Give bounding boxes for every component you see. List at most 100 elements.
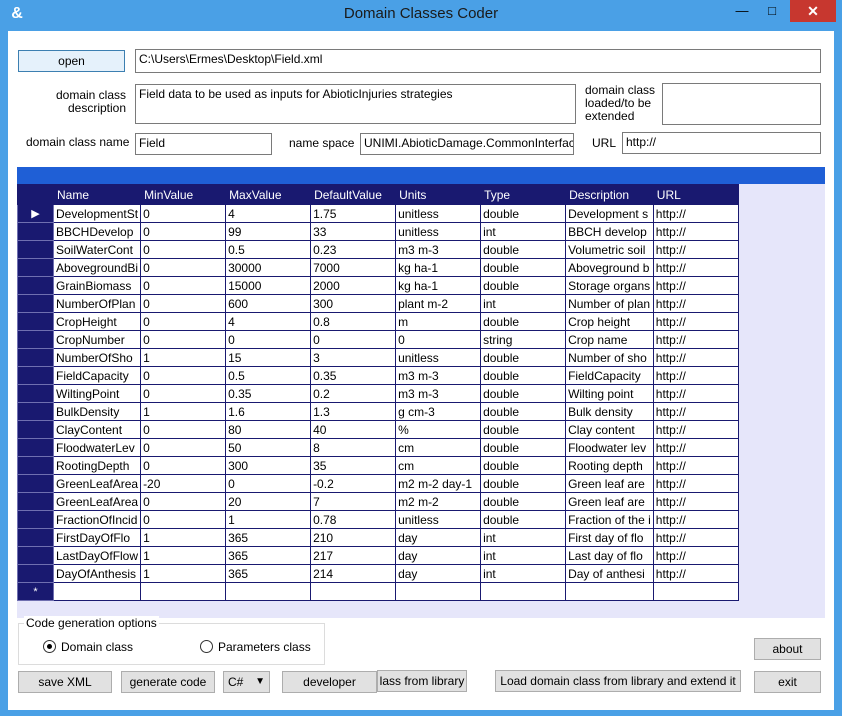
radio-unselected-icon[interactable] [200, 640, 213, 653]
grid-cell-name[interactable]: FractionOfIncid [52, 510, 142, 529]
maximize-icon[interactable]: □ [758, 0, 786, 22]
new-row-marker[interactable]: * [17, 582, 54, 601]
grid-cell-minvalue[interactable]: 0 [140, 312, 227, 331]
grid-cell-defaultvalue[interactable]: 0 [310, 330, 397, 349]
row-header[interactable]: ▶ [17, 204, 54, 223]
grid-cell-maxvalue[interactable]: 30000 [225, 258, 312, 277]
grid-cell-description[interactable]: Crop name [565, 330, 654, 349]
grid-cell-minvalue[interactable]: 0 [140, 222, 227, 241]
grid-cell-minvalue[interactable]: 0 [140, 510, 227, 529]
close-icon[interactable]: ✕ [790, 0, 836, 22]
grid-cell-type[interactable]: double [480, 312, 567, 331]
grid-cell-units[interactable]: unitless [395, 348, 482, 367]
exit-button[interactable]: exit [754, 671, 821, 693]
grid-cell-minvalue[interactable]: 0 [140, 492, 227, 511]
grid-cell-minvalue[interactable]: 0 [140, 258, 227, 277]
save-xml-button[interactable]: save XML [18, 671, 112, 693]
row-header[interactable] [17, 402, 54, 421]
grid-cell-units[interactable]: m [395, 312, 482, 331]
grid-cell-minvalue[interactable]: 0 [140, 420, 227, 439]
table-row[interactable]: FirstDayOfFlo 1 365 210 day int First day of f… [17, 528, 739, 547]
grid-cell-maxvalue[interactable]: 0 [225, 330, 312, 349]
grid-cell-maxvalue[interactable]: 1.6 [225, 402, 312, 421]
grid-cell-type[interactable]: int [480, 546, 567, 565]
url-field[interactable]: http:// [622, 132, 821, 154]
table-row[interactable]: NumberOfSho 1 15 3 unitless double Number of s… [17, 348, 739, 367]
grid-cell-type[interactable]: double [480, 456, 567, 475]
table-row[interactable]: LastDayOfFlow 1 365 217 day int Last day of fl… [17, 546, 739, 565]
grid-cell-name[interactable]: DevelopmentSt [52, 204, 142, 223]
generate-code-button[interactable]: generate code [121, 671, 215, 693]
grid-cell-defaultvalue[interactable]: 300 [310, 294, 397, 313]
grid-cell-description[interactable]: Rooting depth [565, 456, 654, 475]
row-header[interactable] [17, 510, 54, 529]
table-row[interactable]: SoilWaterCont 0 0.5 0.23 m3 m-3 double Volumet… [17, 240, 739, 259]
grid-cell-minvalue[interactable]: 1 [140, 528, 227, 547]
grid-cell-maxvalue[interactable]: 50 [225, 438, 312, 457]
about-button[interactable]: about [754, 638, 821, 660]
grid-cell-description[interactable]: Clay content [565, 420, 654, 439]
table-row[interactable]: GreenLeafArea -20 0 -0.2 m2 m-2 day-1 double G… [17, 474, 739, 493]
row-header[interactable] [17, 564, 54, 583]
row-header[interactable] [17, 420, 54, 439]
table-row[interactable]: BBCHDevelop 0 99 33 unitless int BBCH develop h… [17, 222, 739, 241]
table-row[interactable]: WiltingPoint 0 0.35 0.2 m3 m-3 double Wilting … [17, 384, 739, 403]
grid-cell-units[interactable]: 0 [395, 330, 482, 349]
grid-cell-defaultvalue[interactable]: 0.8 [310, 312, 397, 331]
grid-cell-defaultvalue[interactable]: 0.78 [310, 510, 397, 529]
grid-cell-url[interactable]: http:// [652, 492, 739, 511]
grid-cell-name[interactable]: FirstDayOfFlo [52, 528, 142, 547]
grid-cell-description[interactable]: Floodwater lev [565, 438, 654, 457]
grid-cell-description[interactable]: Day of anthesi [565, 564, 654, 583]
column-header-url[interactable]: URL [652, 184, 739, 205]
grid-cell-name[interactable]: GrainBiomass [52, 276, 142, 295]
chevron-down-icon[interactable]: ▼ [255, 672, 265, 692]
grid-cell-url[interactable]: http:// [652, 366, 739, 385]
grid-cell-description[interactable]: FieldCapacity [565, 366, 654, 385]
grid-cell-description[interactable]: Green leaf are [565, 492, 654, 511]
grid-cell-url[interactable]: http:// [652, 564, 739, 583]
table-row[interactable]: GrainBiomass 0 15000 2000 kg ha-1 double Stora… [17, 276, 739, 295]
grid-cell-maxvalue[interactable]: 4 [225, 204, 312, 223]
table-row[interactable]: CropNumber 0 0 0 0 string Crop name http:// [17, 330, 739, 349]
loaded-class-field[interactable] [662, 83, 821, 125]
grid-cell-description[interactable]: Number of sho [565, 348, 654, 367]
grid-cell-minvalue[interactable]: 1 [140, 348, 227, 367]
grid-cell-type[interactable]: int [480, 528, 567, 547]
grid-cell-url[interactable]: http:// [652, 312, 739, 331]
grid-cell-url[interactable]: http:// [652, 438, 739, 457]
grid-cell-units[interactable]: g cm-3 [395, 402, 482, 421]
grid-cell-url[interactable]: http:// [652, 258, 739, 277]
grid-cell-units[interactable]: cm [395, 456, 482, 475]
grid-cell-defaultvalue[interactable]: 33 [310, 222, 397, 241]
grid-cell-units[interactable]: m2 m-2 [395, 492, 482, 511]
load-and-extend-button[interactable]: Load domain class from library and exten… [495, 670, 741, 692]
grid-cell-name[interactable]: BBCHDevelop [52, 222, 142, 241]
grid-cell-defaultvalue[interactable]: -0.2 [310, 474, 397, 493]
row-header[interactable] [17, 528, 54, 547]
grid-cell-url[interactable]: http:// [652, 330, 739, 349]
grid-cell-url[interactable]: http:// [652, 420, 739, 439]
grid-cell-description[interactable]: First day of flo [565, 528, 654, 547]
grid-cell-defaultvalue[interactable]: 0.2 [310, 384, 397, 403]
grid-cell-maxvalue[interactable]: 15 [225, 348, 312, 367]
row-header[interactable] [17, 384, 54, 403]
grid-cell-type[interactable]: double [480, 492, 567, 511]
grid-cell-url[interactable]: http:// [652, 222, 739, 241]
radio-selected-icon[interactable] [43, 640, 56, 653]
grid-cell-name[interactable]: AbovegroundBi [52, 258, 142, 277]
grid-cell-maxvalue[interactable]: 600 [225, 294, 312, 313]
column-header-maxvalue[interactable]: MaxValue [225, 184, 312, 205]
grid-cell-description[interactable]: Volumetric soil [565, 240, 654, 259]
table-row[interactable]: ClayContent 0 80 40% double Clay content http:… [17, 420, 739, 439]
grid-cell-type[interactable]: string [480, 330, 567, 349]
grid-cell-description[interactable]: BBCH develop [565, 222, 654, 241]
grid-cell-type[interactable]: double [480, 276, 567, 295]
grid-cell-defaultvalue[interactable]: 214 [310, 564, 397, 583]
table-row[interactable]: FloodwaterLev 0 50 8 cm double Floodwater lev h… [17, 438, 739, 457]
grid-cell-maxvalue[interactable]: 365 [225, 564, 312, 583]
grid-cell-maxvalue[interactable]: 80 [225, 420, 312, 439]
grid-cell-name[interactable]: RootingDepth [52, 456, 142, 475]
table-row[interactable]: FractionOfIncid 0 1 0.78 unitless double Fract… [17, 510, 739, 529]
grid-cell-type[interactable]: double [480, 240, 567, 259]
